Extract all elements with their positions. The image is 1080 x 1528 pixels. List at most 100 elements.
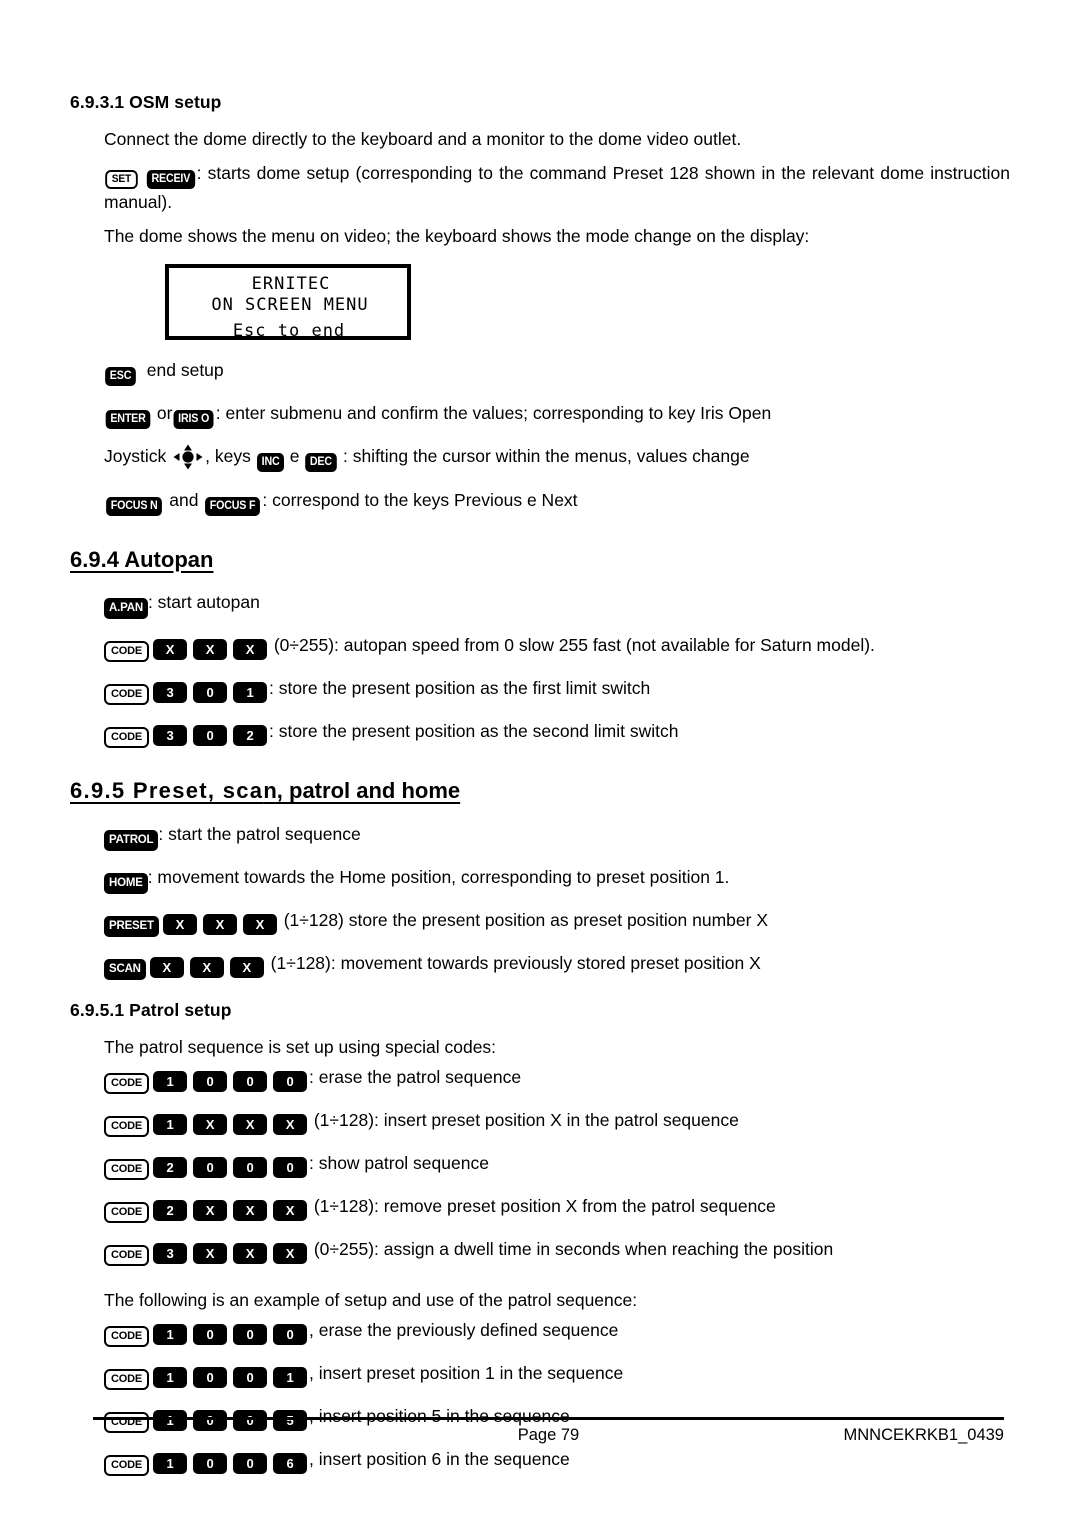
key-digit[interactable]: 0: [272, 1157, 307, 1179]
key-digit[interactable]: X: [192, 1114, 227, 1136]
preset-preset-text: (1÷128) store the present position as pr…: [283, 909, 769, 930]
osm-setup-paragraph: SET RECEIV: starts dome setup (correspon…: [70, 159, 1010, 216]
key-code[interactable]: CODE: [104, 684, 149, 706]
autopan-row-speed: CODE X X X (0÷255): autopan speed from 0 sl…: [70, 631, 1010, 663]
patrol-row-insert: CODE 1 X X X (1÷128): insert preset position…: [70, 1106, 1010, 1138]
key-code[interactable]: CODE: [104, 1159, 149, 1181]
key-patrol[interactable]: PATROL: [104, 829, 159, 851]
osm-joystick-text: : shifting the cursor within the menus, …: [342, 446, 750, 467]
key-digit[interactable]: 0: [192, 682, 227, 704]
lcd-display: ERNITEC ON SCREEN MENU Esc to end: [165, 264, 411, 341]
key-digit[interactable]: 0: [192, 1071, 227, 1093]
key-code[interactable]: CODE: [104, 1369, 149, 1391]
document-page: 6.9.3.1 OSM setup Connect the dome direc…: [0, 0, 1080, 1528]
key-digit[interactable]: 1: [232, 682, 267, 704]
key-digit[interactable]: X: [189, 956, 224, 978]
heading-preset-wrap: 6.9.5 Preset, scan, patrol and home: [70, 777, 1010, 806]
example-erase-text: , erase the previously defined sequence: [308, 1320, 619, 1341]
key-digit[interactable]: 0: [192, 725, 227, 747]
key-digit[interactable]: X: [232, 1114, 267, 1136]
key-code[interactable]: CODE: [104, 1073, 149, 1095]
key-digit[interactable]: X: [272, 1200, 307, 1222]
key-digit[interactable]: X: [272, 1114, 307, 1136]
heading-autopan: 6.9.4 Autopan: [70, 546, 214, 572]
key-receiv[interactable]: RECEIV: [146, 170, 195, 190]
key-digit[interactable]: X: [272, 1243, 307, 1265]
key-set[interactable]: SET: [105, 170, 138, 190]
key-code[interactable]: CODE: [104, 641, 149, 663]
key-digit[interactable]: 0: [232, 1071, 267, 1093]
key-digit[interactable]: 1: [152, 1453, 187, 1475]
preset-row-patrol: PATROL: start the patrol sequence: [70, 820, 1010, 851]
joystick-mid-text: , keys: [205, 446, 251, 467]
key-digit[interactable]: 1: [152, 1324, 187, 1346]
key-esc[interactable]: ESC: [105, 367, 136, 387]
key-code[interactable]: CODE: [104, 1202, 149, 1224]
key-digit[interactable]: 3: [152, 1243, 187, 1265]
key-apan[interactable]: A.PAN: [104, 598, 148, 620]
patrol-remove-text: (1÷128): remove preset position X from t…: [313, 1196, 776, 1217]
key-preset[interactable]: PRESET: [104, 915, 159, 937]
key-digit[interactable]: X: [162, 913, 197, 935]
preset-scan-text: (1÷128): movement towards previously sto…: [270, 952, 761, 973]
key-iris-open[interactable]: IRIS O: [173, 410, 215, 430]
key-digit[interactable]: 0: [192, 1367, 227, 1389]
autopan-apan-text: : start autopan: [147, 592, 260, 613]
key-focus-far[interactable]: FOCUS F: [205, 496, 261, 516]
heading-preset-part1: 6.9.5 Preset, sca: [70, 778, 264, 804]
osm-key-row-focus: FOCUS N and FOCUS F: correspond to the k…: [70, 486, 1010, 516]
key-digit[interactable]: X: [232, 639, 267, 661]
key-scan[interactable]: SCAN: [104, 958, 146, 980]
key-digit[interactable]: 0: [232, 1157, 267, 1179]
key-code[interactable]: CODE: [104, 1245, 149, 1267]
footer-row: Page 79 MNNCEKRKB1_0439: [93, 1426, 1004, 1450]
key-digit[interactable]: X: [242, 913, 277, 935]
key-digit[interactable]: X: [232, 1200, 267, 1222]
key-digit[interactable]: 0: [232, 1453, 267, 1475]
key-digit[interactable]: X: [149, 956, 184, 978]
osm-key-row-joystick: Joystick , keys INC e DEC : shifting the…: [70, 442, 1010, 473]
lcd-line-1: ERNITEC: [251, 274, 331, 295]
key-dec[interactable]: DEC: [305, 453, 337, 473]
page-footer: Page 79 MNNCEKRKB1_0439: [93, 1417, 1004, 1450]
key-home[interactable]: HOME: [104, 872, 148, 894]
key-enter[interactable]: ENTER: [105, 410, 151, 430]
key-digit[interactable]: 2: [152, 1200, 187, 1222]
key-digit[interactable]: X: [192, 1200, 227, 1222]
key-digit[interactable]: 3: [152, 682, 187, 704]
key-inc[interactable]: INC: [256, 453, 284, 473]
key-digit[interactable]: 1: [152, 1367, 187, 1389]
key-digit[interactable]: X: [229, 956, 264, 978]
key-digit[interactable]: 0: [272, 1324, 307, 1346]
key-digit[interactable]: 2: [152, 1157, 187, 1179]
key-digit[interactable]: X: [202, 913, 237, 935]
osm-joystick-joiner: e: [289, 446, 300, 467]
joystick-label: Joystick: [104, 446, 167, 467]
patrol-dwell-text: (0÷255): assign a dwell time in seconds …: [313, 1239, 834, 1260]
key-digit[interactable]: 6: [272, 1453, 307, 1475]
key-digit[interactable]: 0: [232, 1324, 267, 1346]
key-code[interactable]: CODE: [104, 1116, 149, 1138]
example-row-insert-1: CODE 1 0 0 1, insert preset position 1 in th…: [70, 1359, 1010, 1391]
osm-focus-text: : correspond to the keys Previous e Next: [262, 489, 578, 510]
key-digit[interactable]: 0: [272, 1071, 307, 1093]
key-digit[interactable]: 0: [232, 1367, 267, 1389]
key-digit[interactable]: X: [192, 639, 227, 661]
key-digit[interactable]: X: [152, 639, 187, 661]
key-digit[interactable]: 3: [152, 725, 187, 747]
key-focus-near[interactable]: FOCUS N: [106, 496, 163, 516]
key-digit[interactable]: 1: [152, 1071, 187, 1093]
heading-preset-scan-patrol-home: 6.9.5 Preset, scan, patrol and home: [70, 777, 460, 806]
key-digit[interactable]: 0: [192, 1157, 227, 1179]
key-code[interactable]: CODE: [104, 1455, 149, 1477]
key-digit[interactable]: 1: [152, 1114, 187, 1136]
key-digit[interactable]: 0: [192, 1453, 227, 1475]
key-code[interactable]: CODE: [104, 1326, 149, 1348]
key-code[interactable]: CODE: [104, 727, 149, 749]
key-digit[interactable]: X: [232, 1243, 267, 1265]
key-digit[interactable]: X: [192, 1243, 227, 1265]
key-digit[interactable]: 1: [272, 1367, 307, 1389]
preset-row-scan: SCAN X X X (1÷128): movement towards previo…: [70, 949, 1010, 980]
key-digit[interactable]: 2: [232, 725, 267, 747]
key-digit[interactable]: 0: [192, 1324, 227, 1346]
